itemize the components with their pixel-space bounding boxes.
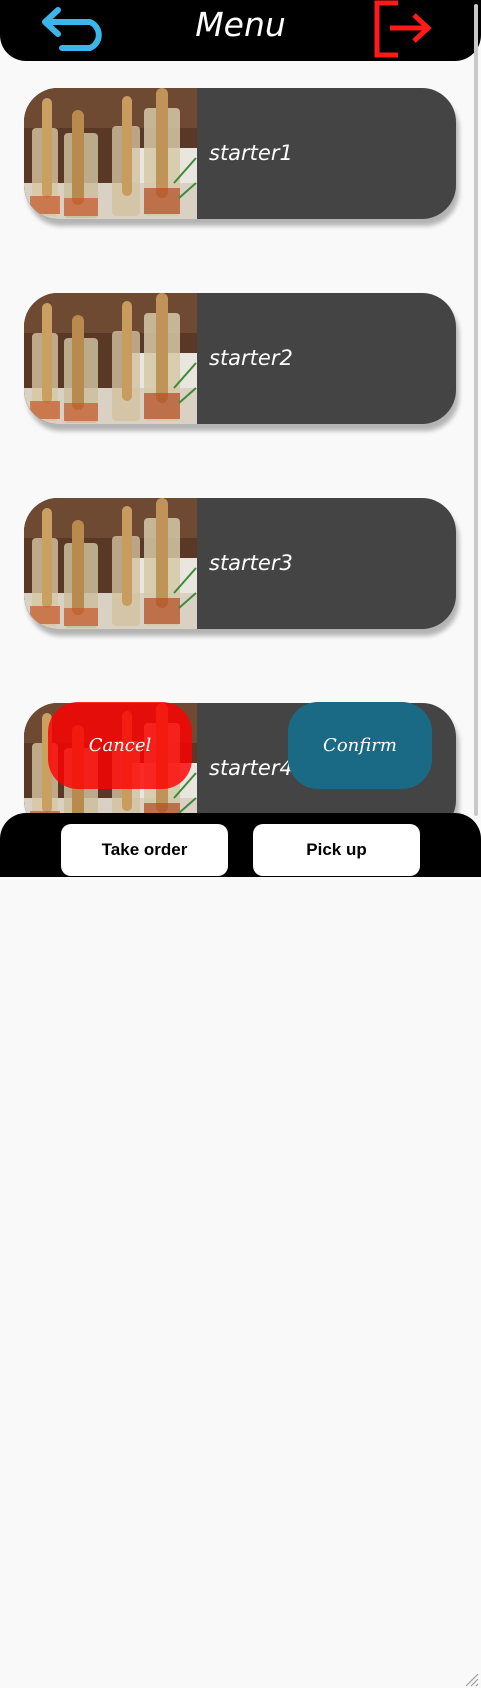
header-bar: Menu [0,0,481,61]
resize-grip-icon[interactable] [462,1670,480,1688]
menu-item-starter1[interactable]: starter1 [24,88,456,219]
starter-dish-image [24,293,197,424]
scrollbar-thumb[interactable] [474,4,478,816]
starter-dish-image [24,88,197,219]
cancel-button[interactable]: Cancel [48,702,192,789]
menu-item-starter3[interactable]: starter3 [24,498,456,629]
vertical-scrollbar[interactable] [473,0,479,877]
menu-item-name: starter3 [209,551,293,575]
menu-item-name: starter1 [209,141,293,165]
take-order-button[interactable]: Take order [61,824,228,876]
menu-item-name: starter2 [209,346,293,370]
logout-icon[interactable] [372,0,432,58]
menu-item-starter2[interactable]: starter2 [24,293,456,424]
menu-item-name: starter4 [209,756,293,780]
starter-dish-image [24,498,197,629]
footer-bar: Take order Pick up [0,813,481,1687]
pick-up-button[interactable]: Pick up [253,824,420,876]
confirm-button[interactable]: Confirm [288,702,432,789]
